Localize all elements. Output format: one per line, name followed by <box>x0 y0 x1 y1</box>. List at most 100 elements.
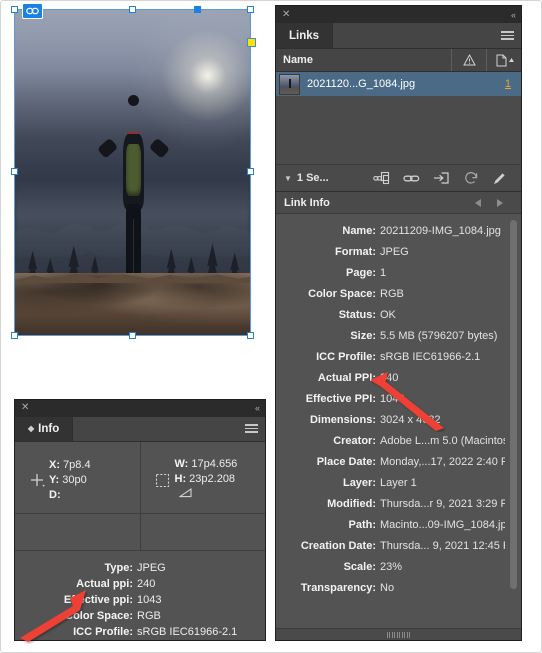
relink-all-icon[interactable] <box>463 171 479 185</box>
link-info-row: ICC Profile: sRGB IEC61966-2.1 <box>276 346 521 367</box>
info-h-value[interactable]: 23p2.208 <box>189 473 235 485</box>
info-detail-label: Type: <box>104 562 133 574</box>
page-sort-icon[interactable] <box>486 49 521 71</box>
list-item[interactable]: 2021120...G_1084.jpg 1 <box>276 72 521 96</box>
info-detail-value: 1043 <box>137 594 162 606</box>
selection-handle-bottom-center[interactable] <box>129 332 136 339</box>
link-info-row: Scale: 23% <box>276 556 521 577</box>
link-info-row: Creation Date: Thursda... 9, 2021 12:45 P… <box>276 535 521 556</box>
info-fill-cell <box>15 514 140 550</box>
panel-menu-icon[interactable] <box>238 417 265 441</box>
links-list[interactable]: 2021120...G_1084.jpg 1 <box>276 72 521 164</box>
panel-menu-icon[interactable] <box>494 23 521 48</box>
link-info-label: Name: <box>342 224 376 237</box>
tab-info-label: Info <box>38 422 60 435</box>
link-chain-icon[interactable] <box>22 3 43 19</box>
resize-grip-icon[interactable] <box>386 631 411 638</box>
link-info-label: Actual PPI: <box>317 371 376 384</box>
nav-prev-icon[interactable] <box>475 198 481 207</box>
info-h-label: H: <box>174 473 187 486</box>
link-info-value: 5.5 MB (5796207 bytes) <box>380 329 498 342</box>
info-x-value[interactable]: 7p8.4 <box>63 459 91 471</box>
info-detail-value: JPEG <box>137 562 166 574</box>
link-info-row: Page: 1 <box>276 262 521 283</box>
link-info-label: Transparency: <box>300 581 376 594</box>
scrollbar-thumb[interactable] <box>510 220 517 589</box>
link-thumbnail <box>279 73 300 95</box>
go-to-link-icon[interactable] <box>403 172 420 185</box>
link-info-row: Modified: Thursda...r 9, 2021 3:29 PM <box>276 493 521 514</box>
links-toolbar-icons <box>373 171 513 186</box>
info-detail-row: Color Space: RGB <box>15 608 265 624</box>
hamburger-glyph <box>245 422 258 435</box>
collapse-double-chevron-icon[interactable]: « <box>255 403 260 413</box>
column-header-name[interactable]: Name <box>276 54 451 66</box>
warning-triangle-icon[interactable] <box>451 49 486 71</box>
close-icon[interactable]: ✕ <box>21 403 29 413</box>
info-y-value[interactable]: 30p0 <box>62 474 86 486</box>
info-detail-label: Color Space: <box>65 610 133 622</box>
link-info-value: 23% <box>380 560 403 573</box>
tab-links[interactable]: Links <box>276 23 334 48</box>
info-panel: ✕ « ◆ Info X: 7p8.4 Y: 30p0 D: W: 17p4.6… <box>15 400 265 640</box>
link-info-row-effective-ppi: Effective PPI: 1043 <box>276 388 521 409</box>
tabbar-spacer <box>73 417 238 441</box>
links-panel-toolbar: ▼ 1 Se... <box>276 164 521 192</box>
link-info-nav <box>475 198 513 207</box>
link-info-body: Name: 20211209-IMG_1084.jpg Format: JPEG P… <box>276 214 521 628</box>
link-info-value: 20211209-IMG_1084.jpg <box>380 224 501 237</box>
link-info-value: OK <box>380 308 396 321</box>
link-info-row: Status: OK <box>276 304 521 325</box>
link-info-row: Layer: Layer 1 <box>276 472 521 493</box>
info-y-label: Y: <box>49 473 60 486</box>
info-dimensions-group: W: 17p4.656 H: 23p2.208 <box>139 441 266 513</box>
link-info-row: Format: JPEG <box>276 241 521 262</box>
info-middle-section <box>15 513 265 551</box>
links-panel-tabbar: Links <box>276 23 521 49</box>
link-info-value: Thursda...r 9, 2021 3:29 PM <box>380 497 505 510</box>
relink-icon[interactable] <box>373 171 390 186</box>
link-info-label: Size: <box>350 329 376 342</box>
selection-handle-middle-left[interactable] <box>11 168 18 175</box>
link-info-row: Transparency: No <box>276 577 521 598</box>
selection-handle-bottom-right[interactable] <box>247 332 254 339</box>
selection-handle-top-right[interactable] <box>247 6 254 13</box>
link-info-label: Page: <box>346 266 376 279</box>
close-icon[interactable]: ✕ <box>282 9 290 20</box>
link-info-scrollbar[interactable] <box>510 220 517 604</box>
edit-original-icon[interactable] <box>492 171 507 186</box>
info-details-section: Type: JPEG Actual ppi: 240 Effective ppi: 1… <box>15 551 265 640</box>
selection-handle-top-active[interactable] <box>194 6 201 13</box>
link-info-row: Dimensions: 3024 x 4032 <box>276 409 521 430</box>
info-panel-titlebar: ✕ « <box>15 400 265 417</box>
link-info-value: Macinto...09-IMG_1084.jpg <box>380 518 505 531</box>
selection-handle-bottom-left[interactable] <box>11 332 18 339</box>
content-grabber-handle[interactable] <box>247 38 256 47</box>
info-w-value[interactable]: 17p4.656 <box>191 458 237 470</box>
update-link-icon[interactable] <box>433 171 450 185</box>
link-info-label: Creation Date: <box>300 539 376 552</box>
selection-handle-top-center[interactable] <box>129 6 136 13</box>
selection-handle-top-left[interactable] <box>11 6 18 13</box>
link-page-number[interactable]: 1 <box>505 78 515 90</box>
placed-image-frame[interactable] <box>14 9 251 336</box>
link-info-label: ICC Profile: <box>316 350 376 363</box>
link-info-label: Scale: <box>343 560 376 573</box>
nav-next-icon[interactable] <box>497 198 503 207</box>
selection-handle-middle-right[interactable] <box>247 168 254 175</box>
info-detail-row: ICC Profile: sRGB IEC61966-2.1 <box>15 624 265 640</box>
link-info-label: Status: <box>338 308 376 321</box>
link-info-value: No <box>380 581 395 594</box>
info-x-label: X: <box>49 458 60 471</box>
link-info-row: Name: 20211209-IMG_1084.jpg <box>276 220 521 241</box>
link-info-value: RGB <box>380 287 404 300</box>
link-info-label: Place Date: <box>316 455 376 468</box>
photo-hiker-silhouette <box>97 94 171 287</box>
link-info-value: Layer 1 <box>380 476 417 489</box>
tab-info[interactable]: ◆ Info <box>15 416 74 441</box>
chevron-down-icon[interactable]: ▼ <box>284 174 292 183</box>
canvas-area[interactable] <box>11 3 256 339</box>
collapse-double-chevron-icon[interactable]: « <box>511 10 516 20</box>
link-file-name: 2021120...G_1084.jpg <box>307 78 416 90</box>
info-position-group: X: 7p8.4 Y: 30p0 D: <box>15 442 140 513</box>
